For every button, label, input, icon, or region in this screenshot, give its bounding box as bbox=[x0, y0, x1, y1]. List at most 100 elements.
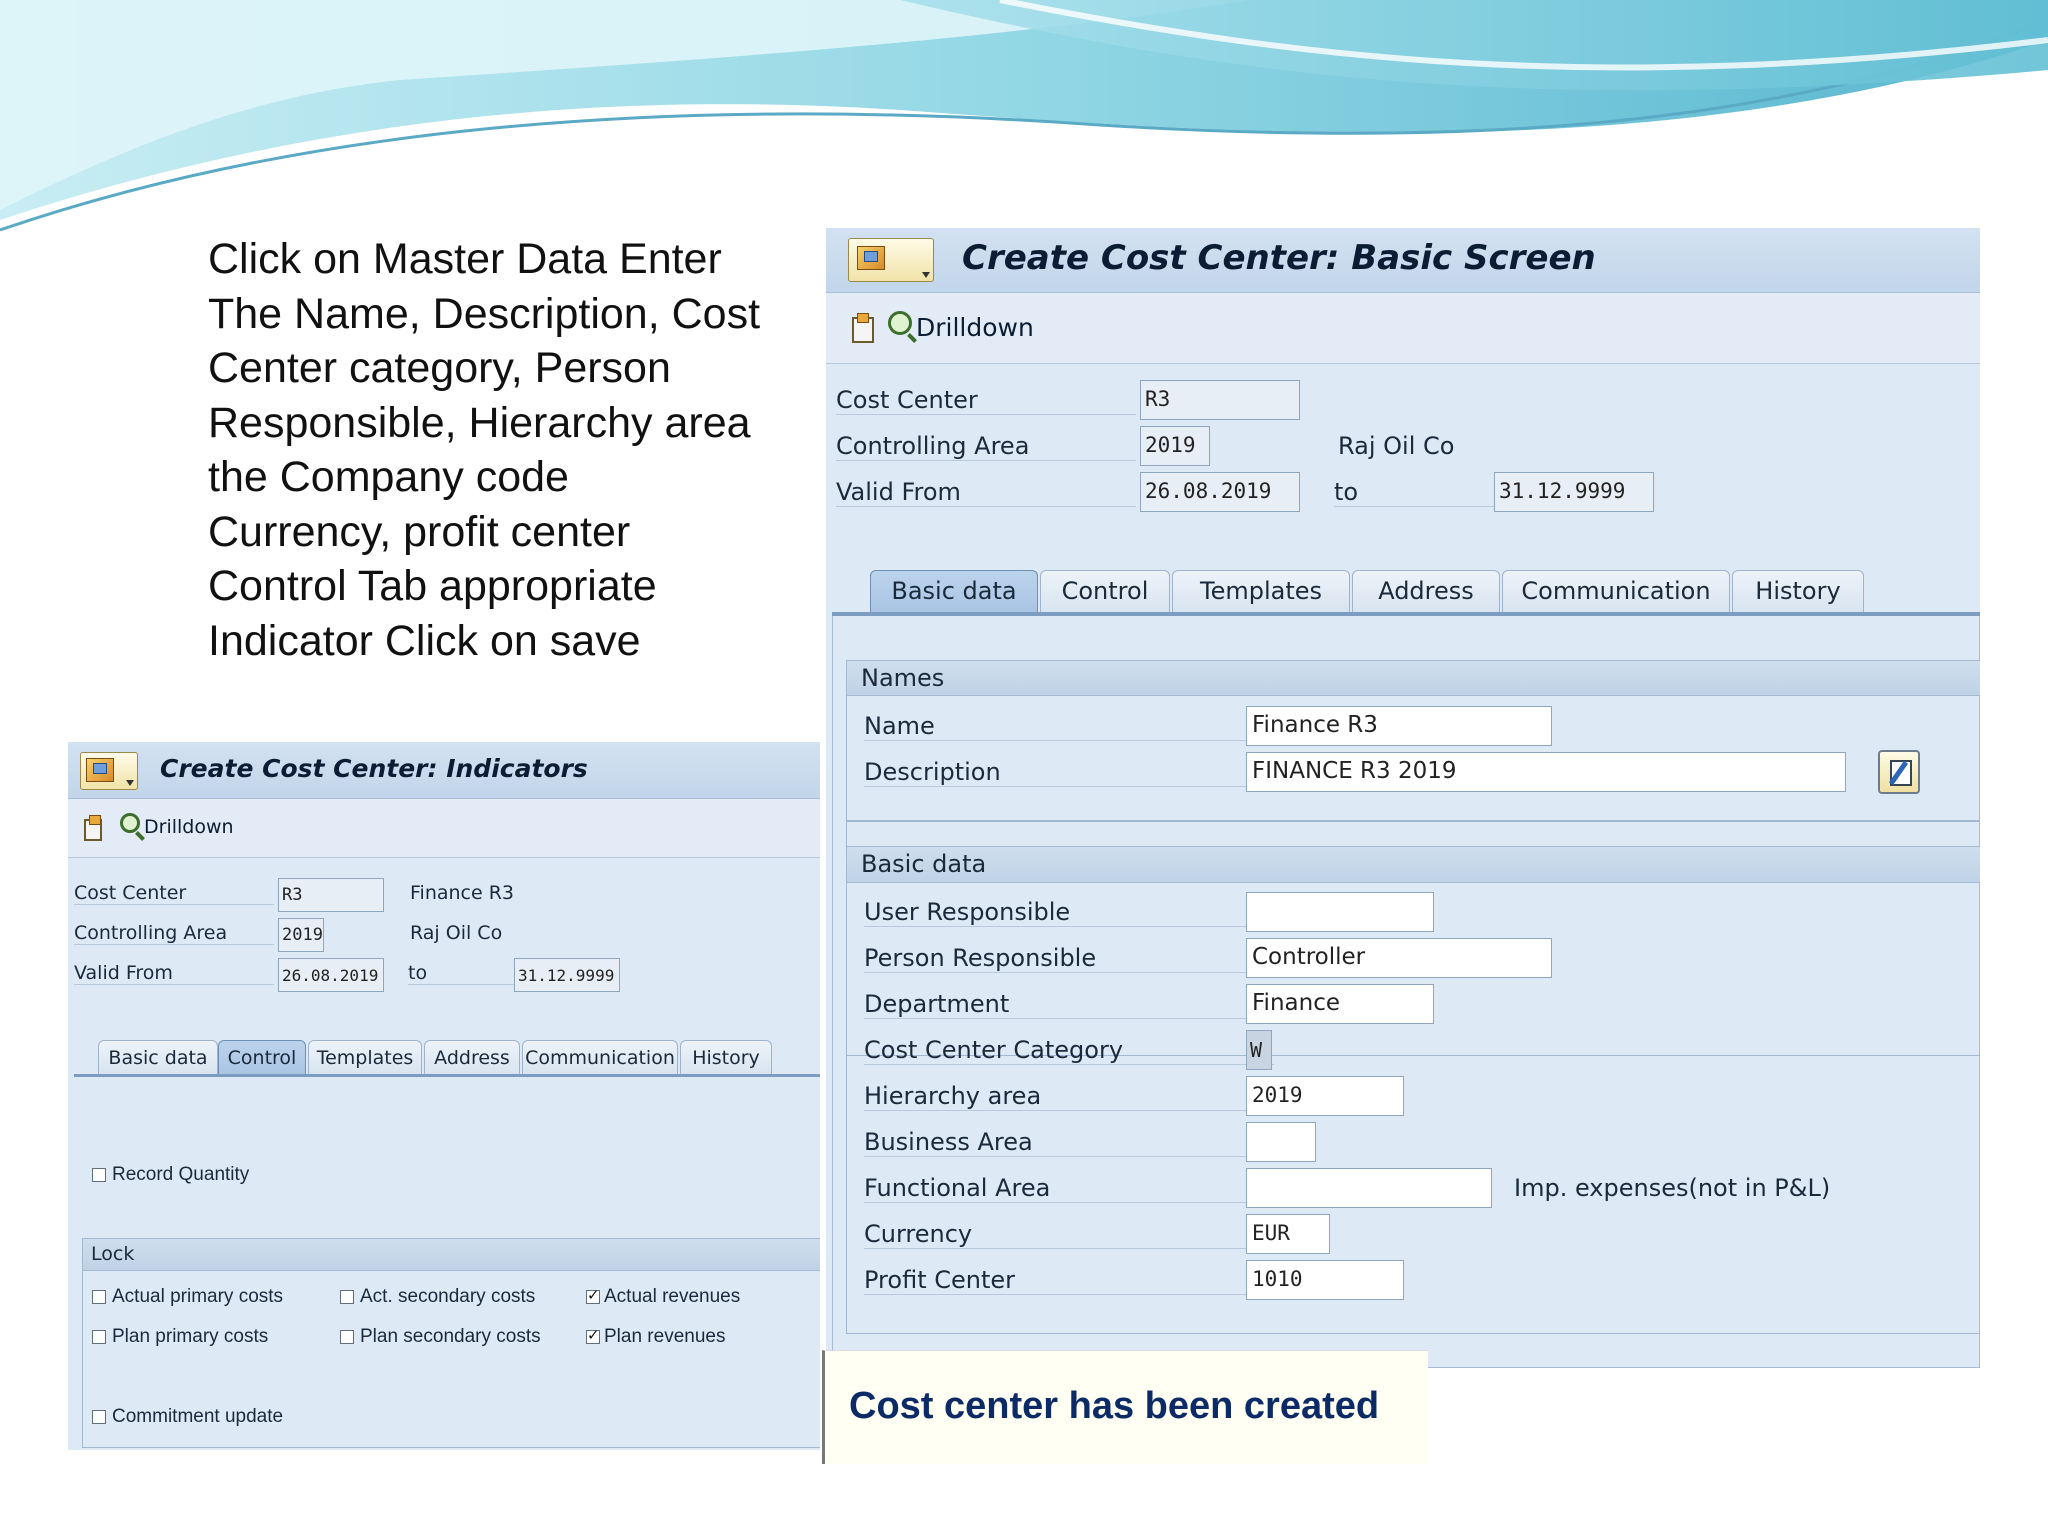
record-quantity-label: Record Quantity bbox=[112, 1164, 250, 1185]
record-quantity-checkbox[interactable] bbox=[92, 1168, 106, 1182]
tab-address[interactable]: Address bbox=[424, 1040, 520, 1074]
plan-secondary-costs-checkbox[interactable] bbox=[340, 1330, 354, 1344]
profit-center-label: Profit Center bbox=[864, 1266, 1274, 1295]
chevron-down-icon bbox=[126, 780, 134, 786]
tab-templates[interactable]: Templates bbox=[1172, 570, 1350, 612]
drilldown-icon[interactable] bbox=[120, 813, 140, 833]
tab-history[interactable]: History bbox=[1732, 570, 1864, 612]
indicators-title: Create Cost Center: Indicators bbox=[160, 754, 588, 783]
tab-strip-line bbox=[74, 1074, 820, 1077]
person-responsible-label: Person Responsible bbox=[864, 944, 1274, 973]
valid-to-field[interactable]: 31.12.9999 bbox=[1494, 472, 1654, 512]
app-menu-button[interactable] bbox=[80, 752, 138, 790]
lock-group-title: Lock bbox=[83, 1239, 820, 1271]
drilldown-icon[interactable] bbox=[888, 311, 912, 335]
instruction-line: Responsible, Hierarchy area bbox=[208, 398, 751, 447]
status-message: Cost center has been created bbox=[849, 1385, 1380, 1427]
other-cost-center-icon[interactable] bbox=[84, 815, 102, 841]
chevron-down-icon bbox=[922, 272, 930, 278]
functional-area-field[interactable] bbox=[1246, 1168, 1492, 1208]
status-message-box: Cost center has been created bbox=[822, 1350, 1428, 1464]
actual-primary-costs-label: Actual primary costs bbox=[112, 1286, 284, 1307]
name-field[interactable]: Finance R3 bbox=[1246, 706, 1552, 746]
valid-from-field[interactable]: 26.08.2019 bbox=[278, 958, 384, 992]
basic-toolbar: Drilldown bbox=[826, 293, 1980, 364]
act-secondary-costs-checkbox[interactable] bbox=[340, 1290, 354, 1304]
actual-primary-costs-checkbox[interactable] bbox=[92, 1290, 106, 1304]
plan-primary-costs-label: Plan primary costs bbox=[112, 1326, 269, 1347]
cost-center-category-label: Cost Center Category bbox=[864, 1036, 1274, 1065]
profit-center-field[interactable]: 1010 bbox=[1246, 1260, 1404, 1300]
commitment-update-checkbox[interactable] bbox=[92, 1410, 106, 1424]
plan-revenues-checkbox[interactable] bbox=[586, 1326, 600, 1344]
tab-control[interactable]: Control bbox=[1040, 570, 1170, 612]
cost-center-field[interactable]: R3 bbox=[278, 878, 384, 912]
functional-area-label: Functional Area bbox=[864, 1174, 1274, 1203]
plan-primary-costs-checkbox[interactable] bbox=[92, 1330, 106, 1344]
instruction-line: Click on Master Data Enter bbox=[208, 235, 722, 283]
drilldown-button[interactable]: Drilldown bbox=[144, 816, 234, 838]
cost-center-label: Cost Center bbox=[74, 882, 274, 905]
description-field[interactable]: FINANCE R3 2019 bbox=[1246, 752, 1846, 792]
cost-center-category-field[interactable]: W bbox=[1246, 1030, 1272, 1070]
tab-basic-data[interactable]: Basic data bbox=[870, 570, 1038, 612]
instruction-line: Control Tab appropriate bbox=[208, 562, 657, 610]
department-label: Department bbox=[864, 990, 1274, 1019]
business-area-field[interactable] bbox=[1246, 1122, 1316, 1162]
person-responsible-field[interactable]: Controller bbox=[1246, 938, 1552, 978]
valid-from-label: Valid From bbox=[74, 962, 274, 985]
instruction-line: Indicator Click on save bbox=[208, 616, 641, 665]
user-responsible-label: User Responsible bbox=[864, 898, 1274, 927]
currency-field[interactable]: EUR bbox=[1246, 1214, 1330, 1254]
banner-waves bbox=[0, 0, 2048, 232]
basic-title: Create Cost Center: Basic Screen bbox=[962, 238, 1596, 278]
tab-basic-data[interactable]: Basic data bbox=[98, 1040, 218, 1074]
tab-address[interactable]: Address bbox=[1352, 570, 1500, 612]
controlling-area-name: Raj Oil Co bbox=[1338, 432, 1455, 460]
controlling-area-field[interactable]: 2019 bbox=[1140, 426, 1210, 466]
tab-communication[interactable]: Communication bbox=[1502, 570, 1730, 612]
actual-revenues-checkbox[interactable] bbox=[586, 1286, 600, 1304]
tab-templates[interactable]: Templates bbox=[308, 1040, 422, 1074]
valid-from-field[interactable]: 26.08.2019 bbox=[1140, 472, 1300, 512]
controlling-area-label: Controlling Area bbox=[836, 432, 1136, 461]
currency-label: Currency bbox=[864, 1220, 1274, 1249]
actual-revenues-label: Actual revenues bbox=[604, 1286, 741, 1307]
indicators-window: Create Cost Center: Indicators Drilldown… bbox=[68, 742, 820, 1450]
instruction-text: Click on Master Data Enter The Name, Des… bbox=[208, 232, 808, 668]
plan-secondary-costs-label: Plan secondary costs bbox=[360, 1326, 541, 1347]
user-responsible-field[interactable] bbox=[1246, 892, 1434, 932]
valid-to-field[interactable]: 31.12.9999 bbox=[514, 958, 620, 992]
other-cost-center-icon[interactable] bbox=[852, 313, 874, 343]
cost-center-field[interactable]: R3 bbox=[1140, 380, 1300, 420]
act-secondary-costs-label: Act. secondary costs bbox=[360, 1286, 536, 1307]
basic-title-bar: Create Cost Center: Basic Screen bbox=[826, 228, 1980, 293]
edit-description-icon[interactable] bbox=[1878, 750, 1920, 794]
commitment-update-label: Commitment update bbox=[112, 1406, 284, 1427]
app-menu-icon bbox=[86, 758, 114, 782]
department-field[interactable]: Finance bbox=[1246, 984, 1434, 1024]
controlling-area-label: Controlling Area bbox=[74, 922, 274, 945]
tab-communication[interactable]: Communication bbox=[522, 1040, 678, 1074]
cost-center-name: Finance R3 bbox=[410, 882, 515, 904]
tab-history[interactable]: History bbox=[680, 1040, 772, 1074]
tab-control[interactable]: Control bbox=[218, 1040, 306, 1074]
business-area-label: Business Area bbox=[864, 1128, 1274, 1157]
valid-from-label: Valid From bbox=[836, 478, 1136, 507]
controlling-area-name: Raj Oil Co bbox=[410, 922, 503, 944]
instruction-line: the Company code bbox=[208, 453, 569, 501]
names-group-title: Names bbox=[846, 660, 1980, 696]
plan-revenues-label: Plan revenues bbox=[604, 1326, 726, 1347]
basic-screen-window: Create Cost Center: Basic Screen Drilldo… bbox=[826, 228, 1980, 1368]
basic-data-group-title: Basic data bbox=[847, 847, 1980, 883]
name-label: Name bbox=[864, 712, 1274, 741]
app-menu-button[interactable] bbox=[848, 238, 934, 282]
instruction-line: Center category, Person bbox=[208, 344, 671, 392]
to-label: to bbox=[408, 962, 518, 985]
drilldown-button[interactable]: Drilldown bbox=[916, 313, 1034, 342]
cost-center-label: Cost Center bbox=[836, 386, 1136, 415]
instruction-line: The Name, Description, Cost bbox=[208, 289, 761, 338]
hierarchy-area-field[interactable]: 2019 bbox=[1246, 1076, 1404, 1116]
controlling-area-field[interactable]: 2019 bbox=[278, 918, 324, 952]
names-group-bottom bbox=[846, 820, 1980, 822]
